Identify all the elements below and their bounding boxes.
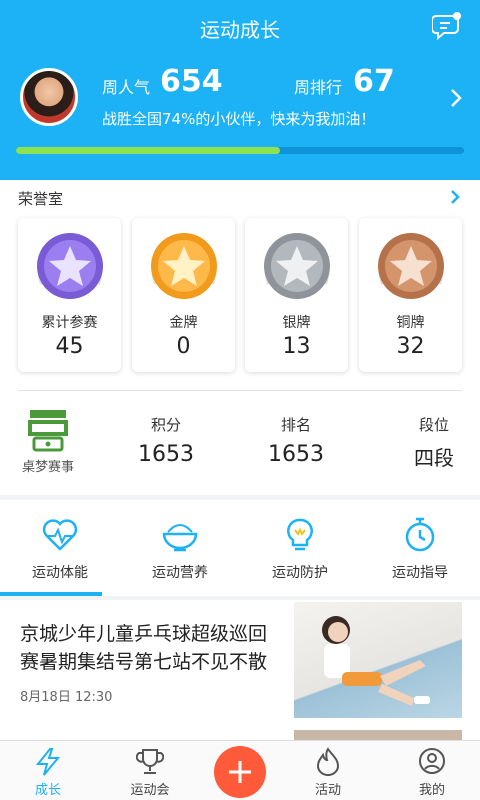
stat-label-points: 积分 [150,416,181,434]
rank-value: 67 [353,64,395,99]
stat-value-level: 四段 [414,446,454,470]
nav-label: 成长 [34,783,61,798]
medal-label: 铜牌 [396,315,425,331]
avatar[interactable] [20,68,78,126]
stopwatch-icon [405,517,435,552]
tab-label: 运动营养 [152,565,208,581]
medal-value: 45 [55,334,84,359]
medal-card-silver[interactable]: 银牌 13 [245,218,348,372]
logo-text: 桌梦赛事 [21,460,74,475]
category-tabs: 运动体能 运动营养 运动防护 运动指导 [0,500,480,596]
tab-guidance[interactable]: 运动指导 [360,500,480,596]
tab-label: 运动指导 [392,565,448,581]
rank-label: 周排行 [294,78,343,97]
zhuomeng-logo-icon [28,410,68,452]
active-tab-indicator [0,592,102,596]
medal-card-bronze[interactable]: 铜牌 32 [359,218,462,372]
article-timestamp: 8月18日 12:30 [20,690,113,705]
trophy-icon [136,749,164,774]
chevron-right-icon[interactable] [450,88,462,108]
user-icon [419,748,445,774]
page-title: 运动成长 [200,18,280,42]
chevron-right-icon[interactable] [450,189,460,205]
bottom-navigation: 成长 运动会 活动 我的 [0,740,480,800]
message-icon[interactable] [432,12,462,40]
medal-label: 累计参赛 [41,315,98,331]
nav-profile[interactable]: 我的 [384,741,480,800]
progress-fill [16,147,281,154]
tab-protection[interactable]: 运动防护 [240,500,360,596]
tab-nutrition[interactable]: 运动营养 [120,500,240,596]
medal-label: 金牌 [169,315,198,331]
medal-value: 32 [396,334,425,359]
article-photo [322,616,430,706]
lightning-icon [35,748,61,776]
nav-sports-meet[interactable]: 运动会 [102,741,198,800]
nav-activities[interactable]: 活动 [280,741,376,800]
food-bowl-icon [162,524,198,552]
plus-icon [229,761,251,783]
article-thumbnail [294,602,462,718]
medal-value: 13 [282,334,311,359]
lightbulb-icon [287,518,313,551]
popularity-value: 654 [160,64,223,99]
nav-label: 运动会 [130,783,170,798]
heart-rate-icon [42,519,78,551]
honor-room: 荣誉室 累计参赛 45 金牌 0 银牌 13 铜牌 32 桌梦赛事 积分 165… [0,180,480,495]
gold-star-medal-icon [151,233,217,299]
section-title: 荣誉室 [18,190,64,208]
medal-card-gold[interactable]: 金牌 0 [132,218,235,372]
popularity-progress-bar [16,147,464,154]
stat-label-rank: 排名 [280,416,311,434]
stat-label-level: 段位 [418,416,449,434]
medal-label: 银牌 [282,315,311,331]
stat-value-points: 1653 [138,442,194,467]
tab-label: 运动防护 [272,565,328,581]
silver-star-medal-icon [264,233,330,299]
tab-label: 运动体能 [32,565,88,581]
flame-icon [316,747,340,776]
stat-value-rank: 1653 [268,442,324,467]
bronze-star-medal-icon [378,233,444,299]
news-list-item[interactable]: 京城少年儿童乒乓球超级巡回赛暑期集结号第七站不见不散 8月18日 12:30 [0,600,480,730]
tab-fitness[interactable]: 运动体能 [0,500,120,596]
zhuomeng-logo: 桌梦赛事 [18,408,78,478]
nav-label: 活动 [314,783,341,798]
beat-text: 战胜全国74%的小伙伴，快来为我加油！ [102,110,376,128]
add-button[interactable] [214,746,266,798]
popularity-label: 周人气 [102,78,151,97]
nav-growth[interactable]: 成长 [0,741,96,800]
medal-card-participation[interactable]: 累计参赛 45 [18,218,121,372]
profile-header: 运动成长 周人气 654 周排行 67 战胜全国74%的小伙伴，快来为我加油！ [0,0,480,180]
purple-star-medal-icon [37,233,103,299]
medal-value: 0 [176,334,191,359]
divider [18,390,462,391]
article-thumbnail [294,730,462,740]
list-item-partial [0,730,480,740]
article-title: 京城少年儿童乒乓球超级巡回赛暑期集结号第七站不见不散 [20,623,268,673]
nav-label: 我的 [418,783,445,798]
